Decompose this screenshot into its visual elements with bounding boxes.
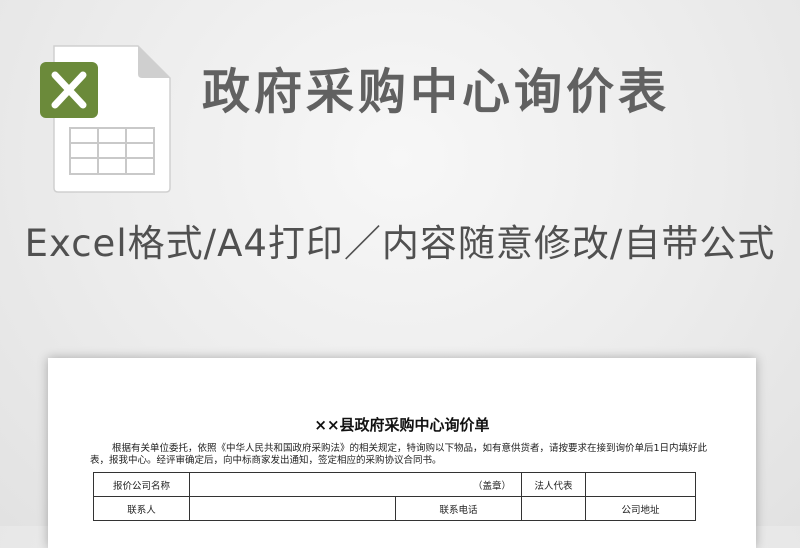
document-title: ××县政府采购中心询价单 <box>314 416 490 434</box>
phone-value <box>521 496 586 521</box>
company-seal-cell: （盖章） <box>189 472 522 497</box>
document-preview: ××县政府采购中心询价单 根据有关单位委托，依照《中华人民共和国政府采购法》的相… <box>48 358 756 548</box>
excel-file-icon <box>40 44 172 194</box>
legal-rep-label: 法人代表 <box>521 472 586 497</box>
page-subtitle: Excel格式/A4打印／内容随意修改/自带公式 <box>24 222 776 265</box>
page-title: 政府采购中心询价表 <box>202 64 671 120</box>
quote-form-table: 报价公司名称 （盖章） 法人代表 联系人 联系电话 公司地址 <box>93 472 696 521</box>
document-intro: 根据有关单位委托，依照《中华人民共和国政府采购法》的相关规定，特询购以下物品，如… <box>90 443 708 466</box>
phone-label: 联系电话 <box>395 496 522 521</box>
table-row: 联系人 联系电话 公司地址 <box>93 496 696 521</box>
table-row: 报价公司名称 （盖章） 法人代表 <box>93 472 696 497</box>
company-name-label: 报价公司名称 <box>93 472 190 497</box>
contact-value <box>189 496 396 521</box>
contact-label: 联系人 <box>93 496 190 521</box>
legal-rep-value <box>585 472 696 497</box>
address-label: 公司地址 <box>585 496 696 521</box>
